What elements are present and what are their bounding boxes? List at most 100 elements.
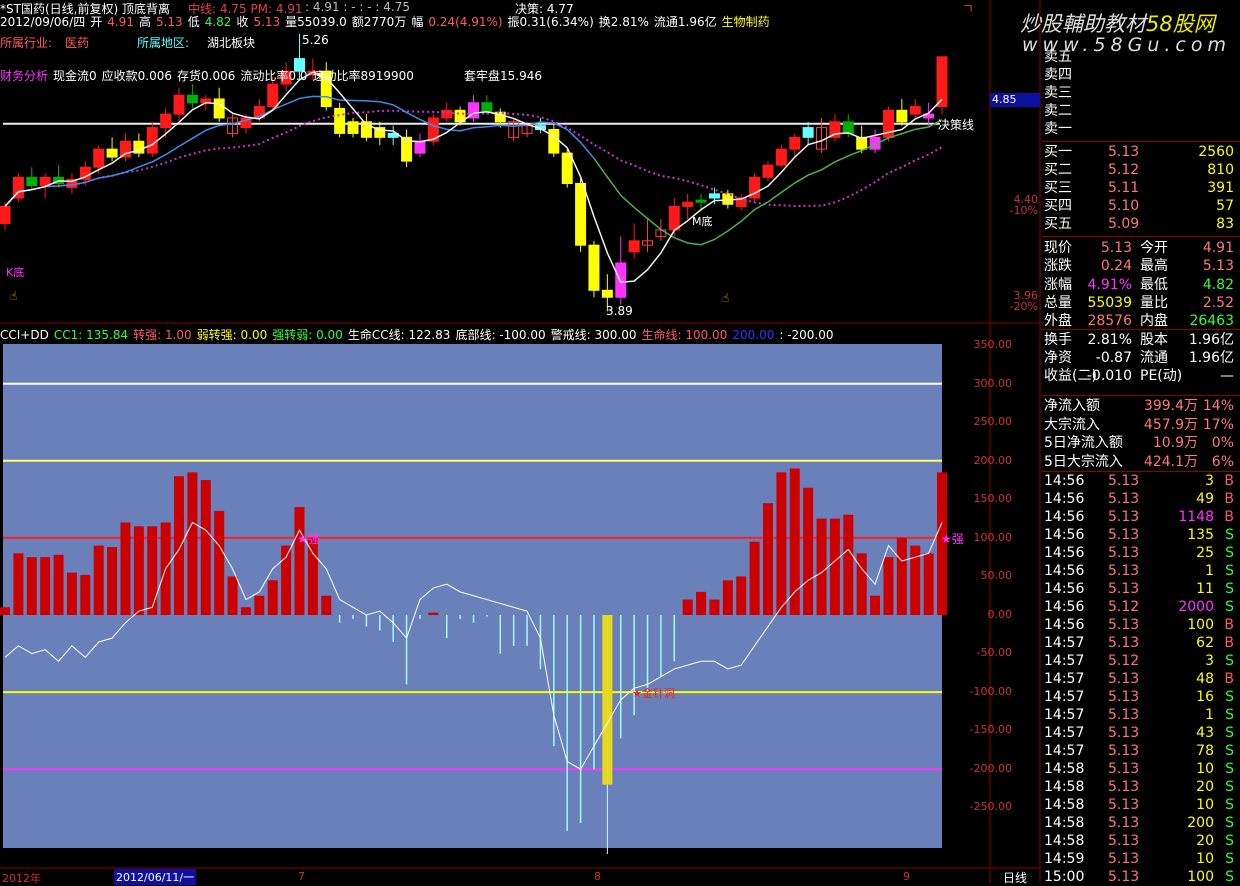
trade-row: 14:57 5.13 78 S [1042,742,1238,760]
ma-long-line [4,109,943,208]
cci-bar [428,612,439,615]
trade-row: 14:57 5.12 3 S [1042,652,1238,670]
period-selector[interactable]: 日线 [1003,869,1027,886]
quote-value: — [1220,368,1234,385]
quote-label: 股本 [1140,331,1168,348]
quote-label: 内盘 [1140,313,1168,330]
candle-body [561,152,573,184]
sell-level-row: 卖一 [1042,120,1238,138]
k-bottom-label: K底 [6,266,25,279]
trade-row: 14:56 5.13 3 B [1042,472,1238,490]
cci-bar [307,537,318,615]
candle-body [160,113,172,129]
quote-label: 最高 [1140,258,1168,275]
cci-bar [923,553,934,615]
cci-bar [80,574,91,615]
trade-price: 5.13 [1108,563,1140,579]
trade-time: 14:56 [1044,617,1085,633]
quote-row: 总量 55039 量比 2.52 [1042,294,1238,312]
buy-price: 5.10 [1108,198,1140,214]
header.info-item: 5.13 [253,15,281,29]
cci-bar [321,595,332,615]
candle-body [802,127,814,138]
flow-value: 399.4万 [1143,398,1198,414]
trade-side: S [1225,527,1234,543]
trade-time: 14:56 [1044,581,1085,597]
industry-value: 医药 [65,36,90,50]
cci-axis-label: 350.00 [973,338,1013,351]
cci-bar [53,554,64,615]
cci-axis-label: 300.00 [973,376,1013,390]
trade-row: 14:56 5.13 1148 B [1042,508,1238,526]
strong-signal-label: ★强 [941,532,964,546]
buy-price: 5.13 [1108,144,1140,160]
ma-values: : 4.91 : - : - : 4.75 [305,0,410,14]
trade-row: 14:58 5.13 10 S [1042,796,1238,814]
cci-bar [722,580,733,615]
candle-body [789,136,801,150]
buy-level-label: 买五 [1044,216,1072,232]
trade-volume: 10 [1196,851,1214,867]
quote-row: 净资 -0.87 流通 1.96亿 [1042,349,1238,367]
sell-level-label: 卖一 [1044,121,1072,137]
quote-value: -0.87 [1095,349,1132,366]
candle-body [668,205,680,231]
cci-bar [254,595,265,615]
candle-body [106,148,118,158]
trade-price: 5.13 [1108,707,1140,723]
hand-icon: ☝ [10,289,18,303]
divider [1042,395,1240,396]
trade-time: 14:58 [1044,797,1085,813]
trade-row: 14:56 5.13 1 S [1042,562,1238,580]
trade-row: 14:57 5.13 1 S [1042,706,1238,724]
trade-volume: 3 [1205,653,1214,669]
trade-volume: 100 [1187,617,1214,633]
cci.header-item: 弱转强: 0.00 [196,328,268,342]
cci.header-item: 警戒线: 300.00 [550,328,637,342]
quote-row: 外盘 28576 内盘 26463 [1042,312,1238,330]
flow-percent: 17% [1202,416,1234,433]
trade-volume: 16 [1196,689,1214,705]
cci-bar [896,537,907,615]
flow-percent: 0% [1211,435,1234,451]
cci-axis-label: -150.00 [969,723,1012,736]
flow-row: 5日大宗流入 424.1万 6% [1042,453,1238,471]
header.finance-item: 财务分析 [0,69,49,83]
cci-bar [682,599,693,615]
price-axis-pct: -10% [1009,204,1038,217]
trade-time: 14:58 [1044,833,1085,849]
close-icon[interactable]: ㄱ [962,0,974,17]
cci-bar [227,576,238,615]
header.info-item: 量55039.0 [285,15,347,29]
cci-axis-label: 250.00 [973,415,1013,428]
trade-volume: 200 [1187,815,1214,831]
quote-label: 净资 [1044,349,1072,366]
candle-body [414,140,426,154]
price-axis-pct: -20% [1009,300,1038,313]
cci.header-item: CC1: 135.84 [53,328,129,342]
flow-percent: 6% [1211,453,1234,470]
trade-volume: 25 [1196,545,1214,561]
header.info-item: 2012/09/06/四 [0,15,86,29]
flow-value: 10.9万 [1152,435,1198,451]
cci-bar [749,541,760,615]
trade-time: 14:56 [1044,545,1085,561]
trade-side: S [1225,707,1234,723]
trade-price: 5.13 [1108,725,1140,741]
cci-bar [709,599,720,615]
candle-body [93,148,105,168]
trade-price: 5.13 [1108,815,1140,831]
trade-price: 5.13 [1108,743,1140,759]
header.finance-item: 速动比率8919900 [312,69,414,83]
quote-value: 26463 [1189,313,1234,330]
quote-value: -0.010 [1086,368,1132,385]
cci-axis-label: 0.00 [987,607,1013,621]
cci-bar [736,576,747,615]
cci.header-item: : -200.00 [779,328,834,342]
trade-time: 14:56 [1044,563,1085,579]
trade-price: 5.12 [1108,653,1140,669]
quote-value: 4.91 [1202,240,1234,256]
m-bottom-label: M底 [692,215,713,228]
trade-row: 14:56 5.13 100 B [1042,616,1238,634]
trade-price: 5.12 [1108,599,1140,615]
